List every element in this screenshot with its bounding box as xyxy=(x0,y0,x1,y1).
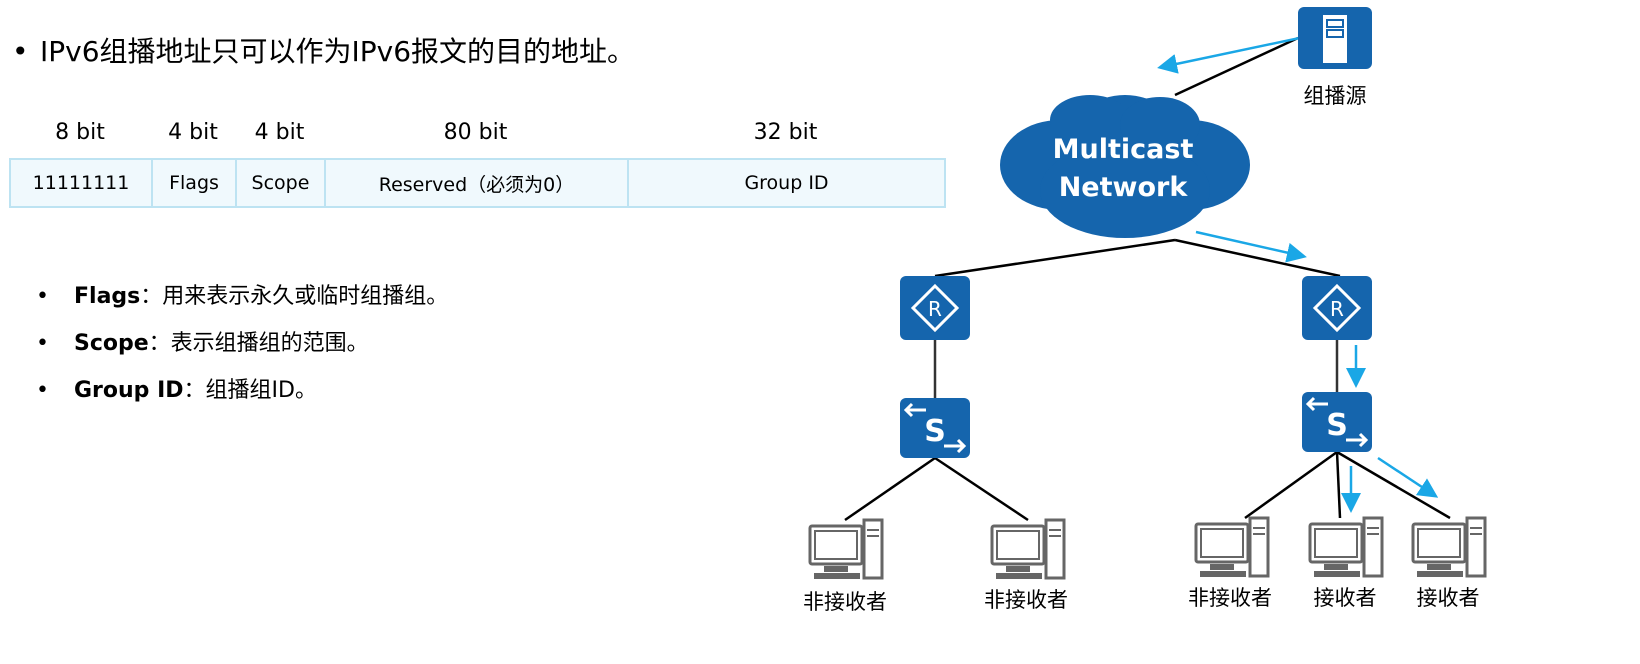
slide: • IPv6组播地址只可以作为IPv6报文的目的地址。 8 bit 4 bit 4… xyxy=(0,0,1640,664)
router-icon xyxy=(1300,274,1374,342)
multicast-network-cloud-icon xyxy=(1000,95,1250,238)
switch-icon xyxy=(1300,390,1374,454)
host-pc-icon xyxy=(990,518,1066,581)
link-switch-host xyxy=(1336,450,1451,520)
router-icon xyxy=(898,274,972,342)
multicast-source-server-icon xyxy=(1298,7,1372,69)
host-label: 接收者 xyxy=(1313,586,1377,610)
link-cloud-router-left xyxy=(934,238,1176,278)
cloud-label-line2: Network xyxy=(1059,172,1189,203)
host-label: 接收者 xyxy=(1416,586,1480,610)
host-label: 非接收者 xyxy=(984,588,1068,612)
source-label: 组播源 xyxy=(1303,84,1367,108)
host-label: 非接收者 xyxy=(803,590,887,614)
host-pc-icon xyxy=(1308,516,1384,579)
host-pc-icon xyxy=(808,518,884,581)
link-switch-host xyxy=(1244,450,1338,520)
link-switch-host xyxy=(1335,451,1342,519)
cloud-label-line1: Multicast xyxy=(1053,134,1194,165)
host-label: 非接收者 xyxy=(1188,586,1272,610)
switch-icon xyxy=(898,396,972,460)
flow-arrow xyxy=(1377,456,1439,498)
flow-arrow xyxy=(1195,230,1307,263)
host-pc-icon xyxy=(1411,516,1487,579)
host-pc-icon xyxy=(1194,516,1270,579)
link-switch-host xyxy=(934,456,1029,522)
link-switch-host xyxy=(844,456,936,522)
